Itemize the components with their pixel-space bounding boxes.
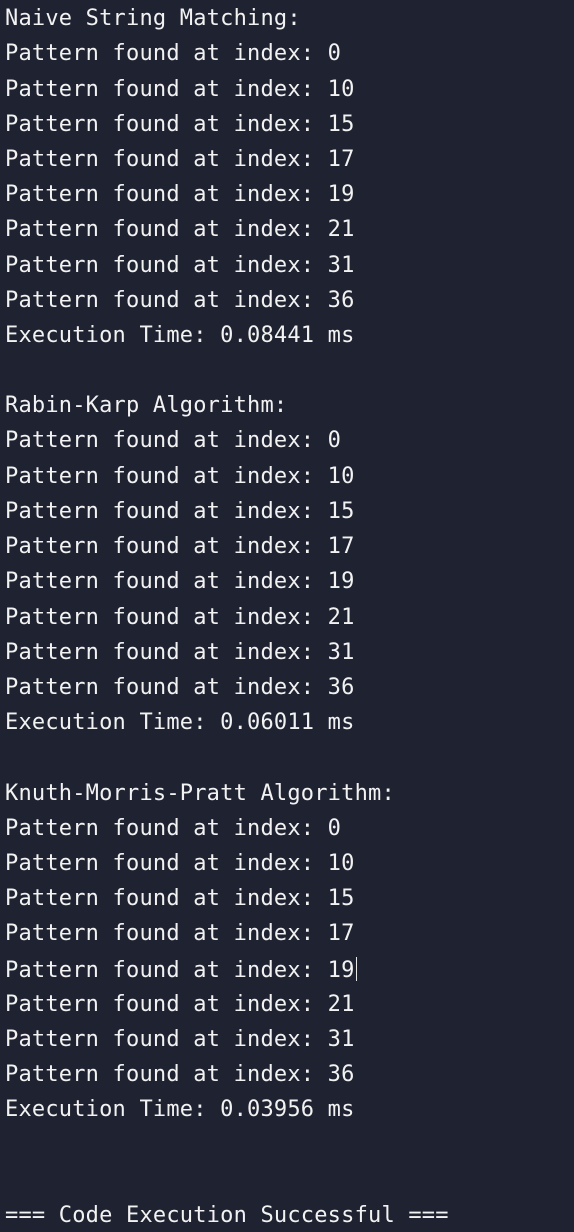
output-line: Pattern found at index: 17 <box>5 921 355 946</box>
section-title-rabin-karp: Rabin-Karp Algorithm: <box>5 393 288 418</box>
output-line: Pattern found at index: 19 <box>5 569 355 594</box>
output-line: Pattern found at index: 31 <box>5 1027 355 1052</box>
output-line: Pattern found at index: 10 <box>5 464 355 489</box>
output-line: Pattern found at index: 31 <box>5 640 355 665</box>
output-line: Pattern found at index: 15 <box>5 112 355 137</box>
execution-time-rabin-karp: Execution Time: 0.06011 ms <box>5 710 355 735</box>
output-line: Pattern found at index: 17 <box>5 147 355 172</box>
output-line: Pattern found at index: 0 <box>5 428 342 453</box>
output-line: Pattern found at index: 31 <box>5 253 355 278</box>
output-line: Pattern found at index: 0 <box>5 816 342 841</box>
section-title-naive: Naive String Matching: <box>5 6 301 31</box>
execution-time-naive: Execution Time: 0.08441 ms <box>5 323 355 348</box>
execution-time-kmp: Execution Time: 0.03956 ms <box>5 1097 355 1122</box>
output-line: Pattern found at index: 19 <box>5 182 355 207</box>
output-line: Pattern found at index: 21 <box>5 605 355 630</box>
output-line: Pattern found at index: 17 <box>5 534 355 559</box>
output-line: Pattern found at index: 10 <box>5 851 355 876</box>
output-line: Pattern found at index: 36 <box>5 675 355 700</box>
output-line: Pattern found at index: 0 <box>5 41 342 66</box>
text-cursor <box>355 957 357 981</box>
output-line: Pattern found at index: 21 <box>5 217 355 242</box>
console-output: Naive String Matching: Pattern found at … <box>0 0 574 1232</box>
output-line: Pattern found at index: 21 <box>5 992 355 1017</box>
output-line-text: Pattern found at index: 19 <box>5 958 355 983</box>
output-line: Pattern found at index: 15 <box>5 499 355 524</box>
execution-status: === Code Execution Successful === <box>5 1203 449 1228</box>
output-line: Pattern found at index: 10 <box>5 77 355 102</box>
section-title-kmp: Knuth-Morris-Pratt Algorithm: <box>5 781 395 806</box>
output-line: Pattern found at index: 36 <box>5 288 355 313</box>
output-line-with-caret: Pattern found at index: 19 <box>5 957 357 984</box>
output-line: Pattern found at index: 36 <box>5 1062 355 1087</box>
output-line: Pattern found at index: 15 <box>5 886 355 911</box>
